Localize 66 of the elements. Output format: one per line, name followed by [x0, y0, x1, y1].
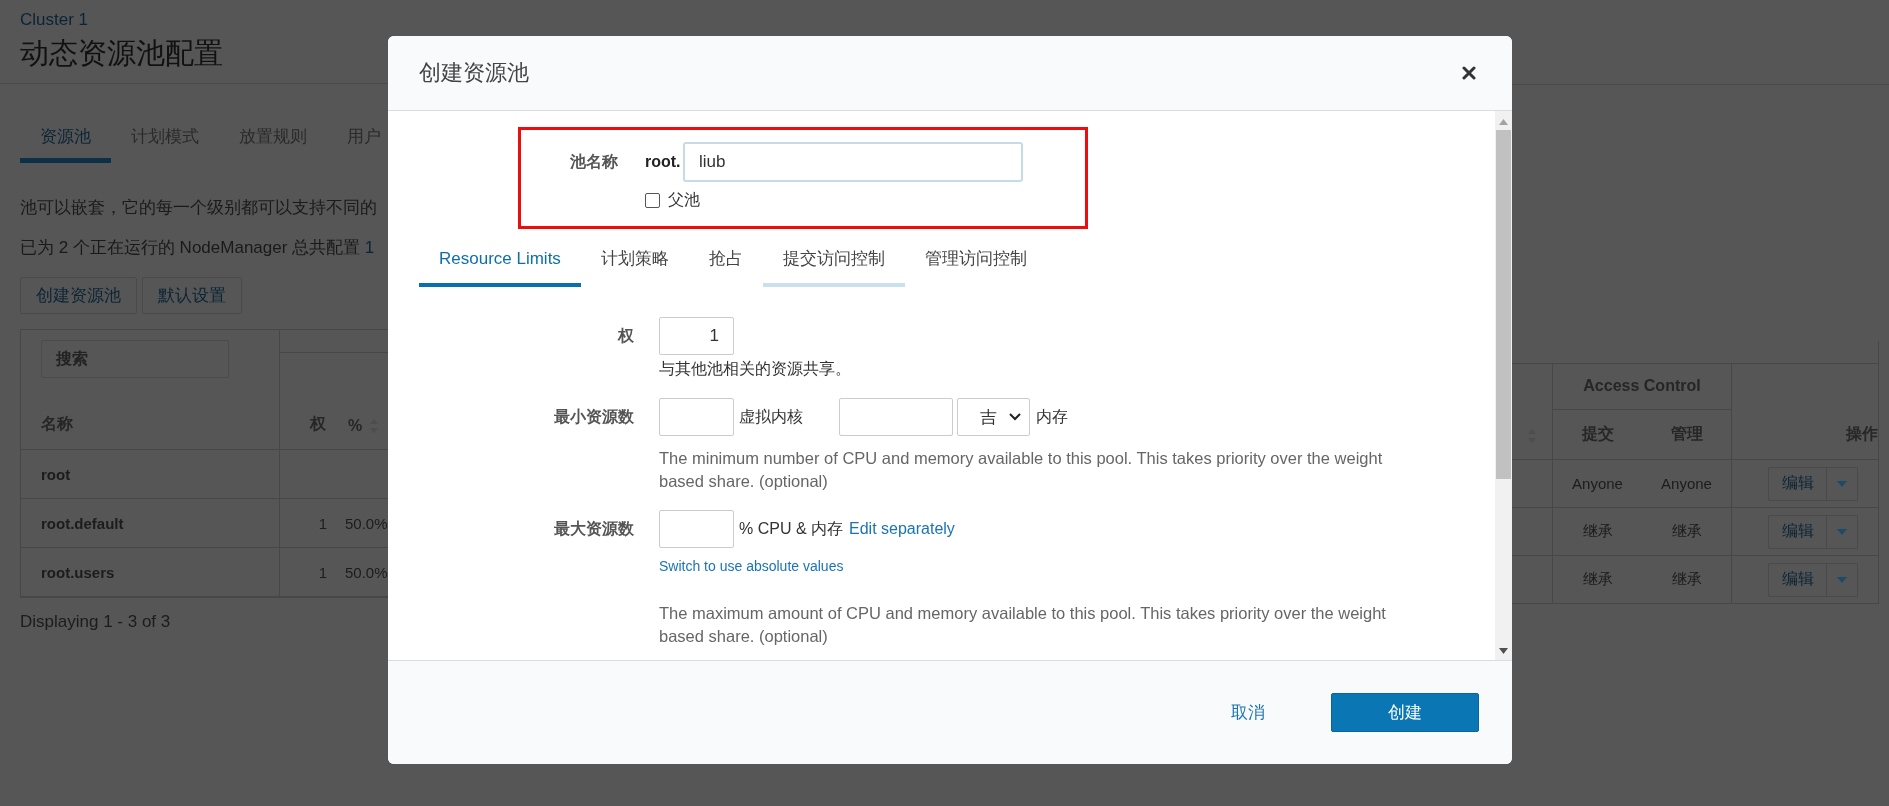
description-text: 池可以嵌套，它的每一个级别都可以支持不同的 — [20, 197, 378, 219]
field-label: 池名称 — [569, 151, 618, 172]
table-cell: root.users — [41, 563, 115, 581]
table-cell: 1 — [318, 563, 327, 581]
checkbox[interactable] — [645, 193, 660, 208]
dialog-tab[interactable]: 抢占 — [688, 237, 763, 287]
capacity-link[interactable]: 1 — [364, 238, 375, 257]
table-cell: 50.0% — [345, 563, 388, 581]
chevron-icon — [1009, 413, 1021, 421]
field-label: 权 — [616, 326, 634, 346]
table-cell: Anyone — [1661, 475, 1712, 492]
field-label: 最小资源数 — [553, 407, 634, 427]
help-text: The minimum number of CPU and memory available to this pool. This takes priority over the weight based share. (optional) — [659, 448, 1384, 492]
unit-label: % CPU & 内存 — [739, 518, 843, 539]
dialog-title: 创建资源池 — [419, 59, 529, 87]
cancel-button[interactable]: 取消 — [1201, 701, 1295, 724]
capacity-text: 已为 2 个正在运行的 NodeManager 总共配置 1 — [20, 237, 376, 259]
toolbar-button[interactable]: 默认设置 — [142, 277, 242, 314]
table-cell: root.default — [41, 514, 124, 532]
toolbar-button[interactable]: 创建资源池 — [20, 277, 137, 314]
switch-link[interactable]: Switch to use absolute values — [659, 557, 1495, 575]
table-cell: 继承 — [1582, 522, 1613, 541]
scroll-down-icon[interactable] — [1499, 648, 1508, 654]
table-cell: 继承 — [1582, 570, 1613, 589]
dropdown-button[interactable] — [1827, 514, 1858, 549]
dialog-tab[interactable]: 提交访问控制 — [762, 237, 905, 287]
pool-name-field[interactable]: liub — [683, 142, 1023, 182]
dialog-tab[interactable]: 计划策略 — [580, 237, 689, 287]
max-share-field[interactable] — [659, 510, 734, 548]
caret-icon — [1837, 528, 1847, 535]
table-cell: 继承 — [1671, 522, 1702, 541]
dialog-tab[interactable]: 管理访问控制 — [904, 237, 1047, 287]
table-cell: Anyone — [1572, 475, 1623, 492]
weight-field[interactable]: 1 — [659, 317, 734, 355]
dropdown-button[interactable] — [1827, 466, 1858, 501]
help-text: 与其他池相关的资源共享。 — [659, 359, 852, 379]
cores-field[interactable] — [659, 398, 734, 436]
create-button[interactable]: 创建 — [1331, 693, 1479, 732]
unit-select[interactable]: 吉 — [957, 398, 1030, 436]
page-title: 动态资源池配置 — [20, 36, 224, 70]
scrollbar[interactable] — [1495, 111, 1512, 660]
column-header[interactable]: % — [348, 417, 363, 435]
table-cell: 继承 — [1671, 570, 1702, 589]
unit-label: 虚拟内核 — [739, 406, 803, 427]
edit-button[interactable]: 编辑 — [1768, 562, 1827, 597]
dropdown-button[interactable] — [1827, 562, 1858, 597]
edit-button[interactable]: 编辑 — [1768, 466, 1827, 501]
field-label: 最大资源数 — [553, 519, 634, 539]
unit-label: 内存 — [1036, 406, 1068, 427]
dialog-tab[interactable]: Resource Limits — [419, 237, 581, 287]
close-icon[interactable] — [1462, 66, 1476, 80]
name-prefix: root. — [645, 153, 682, 171]
memory-field[interactable] — [839, 398, 953, 436]
breadcrumb-link[interactable]: Cluster 1 — [20, 10, 89, 30]
table-cell: root — [41, 465, 71, 483]
page-tab[interactable]: 资源池 — [20, 126, 111, 163]
caret-icon — [1837, 480, 1847, 487]
pagination-text: Displaying 1 - 3 of 3 — [20, 612, 172, 632]
checkbox-label: 父池 — [668, 190, 700, 210]
edit-separately-link[interactable]: Edit separately — [849, 520, 955, 538]
edit-button[interactable]: 编辑 — [1768, 514, 1827, 549]
table-cell: 1 — [318, 514, 327, 532]
scroll-up-icon[interactable] — [1499, 119, 1508, 125]
table-cell: 50.0% — [345, 514, 388, 532]
caret-icon — [1837, 576, 1847, 583]
help-text: The maximum amount of CPU and memory available to this pool. This takes priority over the weight based share. (optional) — [659, 603, 1387, 647]
